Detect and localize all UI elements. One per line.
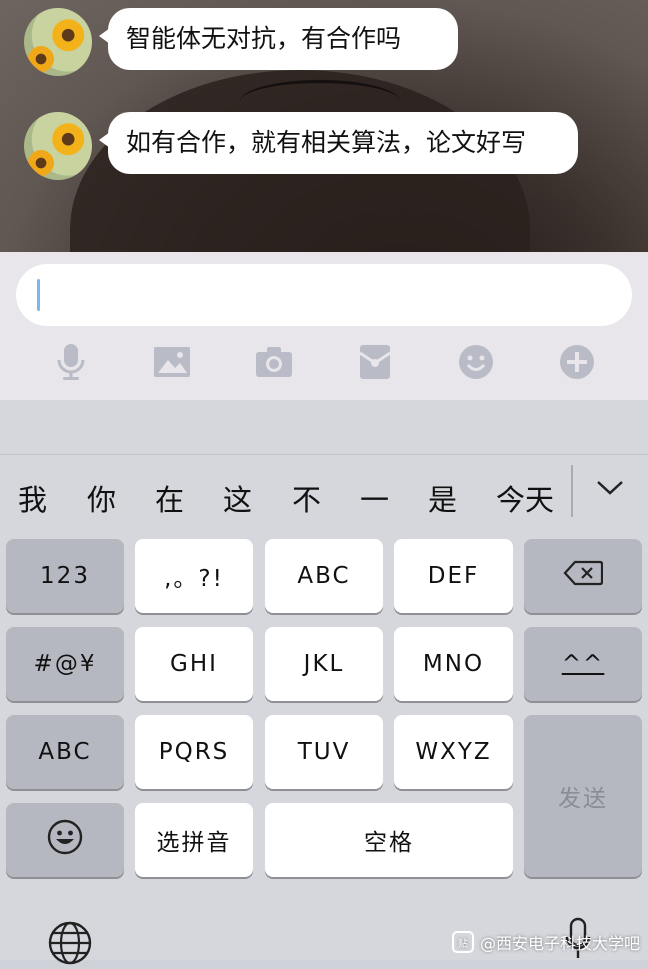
key-jkl[interactable]: JKL — [265, 627, 383, 701]
candidate-word[interactable]: 这 — [223, 477, 252, 519]
key-tuv[interactable]: TUV — [265, 715, 383, 789]
key-pqrs[interactable]: PQRS — [135, 715, 253, 789]
key-abc-mode[interactable]: ABC — [6, 715, 124, 789]
candidate-bar: 我 你 在 这 不 一 是 今天 — [0, 455, 648, 531]
keyboard: 123 ,。?! ABC DEF #@¥ GHI JKL MNO ^^ ABC … — [0, 531, 648, 965]
candidate-word[interactable]: 今天 — [496, 477, 554, 519]
input-panel — [0, 252, 648, 400]
candidate-word[interactable]: 是 — [428, 477, 457, 519]
message-bubble[interactable]: 如有合作，就有相关算法，论文好写 — [99, 112, 578, 174]
watermark: 贴 @西安电子科技大学吧 — [451, 930, 640, 954]
emoji-icon[interactable] — [454, 340, 498, 384]
chat-area: 智能体无对抗，有合作吗 如有合作，就有相关算法，论文好写 — [0, 0, 648, 252]
key-punctuation[interactable]: ,。?! — [135, 539, 253, 613]
key-wxyz[interactable]: WXYZ — [394, 715, 513, 789]
camera-icon[interactable] — [252, 340, 296, 384]
red-packet-icon[interactable] — [353, 340, 397, 384]
text-caret — [37, 279, 40, 311]
message-bubble[interactable]: 智能体无对抗，有合作吗 — [99, 8, 458, 70]
key-kaomoji[interactable]: ^^ — [524, 627, 642, 701]
candidate-word[interactable]: 在 — [155, 477, 184, 519]
message-input[interactable] — [16, 264, 632, 326]
candidate-divider — [571, 465, 573, 517]
key-symbols[interactable]: #@¥ — [6, 627, 124, 701]
input-toolbar — [0, 340, 648, 384]
key-abc[interactable]: ABC — [265, 539, 383, 613]
message-row: 如有合作，就有相关算法，论文好写 — [24, 112, 578, 180]
message-row: 智能体无对抗，有合作吗 — [24, 8, 458, 76]
tieba-logo: 贴 — [451, 931, 474, 953]
key-mno[interactable]: MNO — [394, 627, 513, 701]
delete-button[interactable] — [524, 539, 642, 613]
avatar[interactable] — [24, 112, 92, 180]
plus-icon[interactable] — [555, 340, 599, 384]
send-button[interactable]: 发送 — [524, 715, 642, 877]
key-ghi[interactable]: GHI — [135, 627, 253, 701]
key-def[interactable]: DEF — [394, 539, 513, 613]
globe-icon[interactable] — [48, 921, 92, 969]
key-select-pinyin[interactable]: 选拼音 — [135, 803, 253, 877]
key-123[interactable]: 123 — [6, 539, 124, 613]
avatar[interactable] — [24, 8, 92, 76]
candidate-word[interactable]: 不 — [292, 477, 321, 519]
microphone-icon[interactable] — [49, 340, 93, 384]
keyboard-top-strip — [0, 400, 648, 455]
chevron-down-icon[interactable] — [596, 479, 624, 501]
image-icon[interactable] — [150, 340, 194, 384]
emoji-icon — [47, 819, 83, 861]
emoji-key[interactable] — [6, 803, 124, 877]
candidate-word[interactable]: 一 — [360, 477, 389, 519]
candidate-word[interactable]: 你 — [87, 477, 116, 519]
backspace-icon — [563, 560, 604, 592]
space-key[interactable]: 空格 — [265, 803, 513, 877]
candidate-word[interactable]: 我 — [18, 477, 47, 519]
